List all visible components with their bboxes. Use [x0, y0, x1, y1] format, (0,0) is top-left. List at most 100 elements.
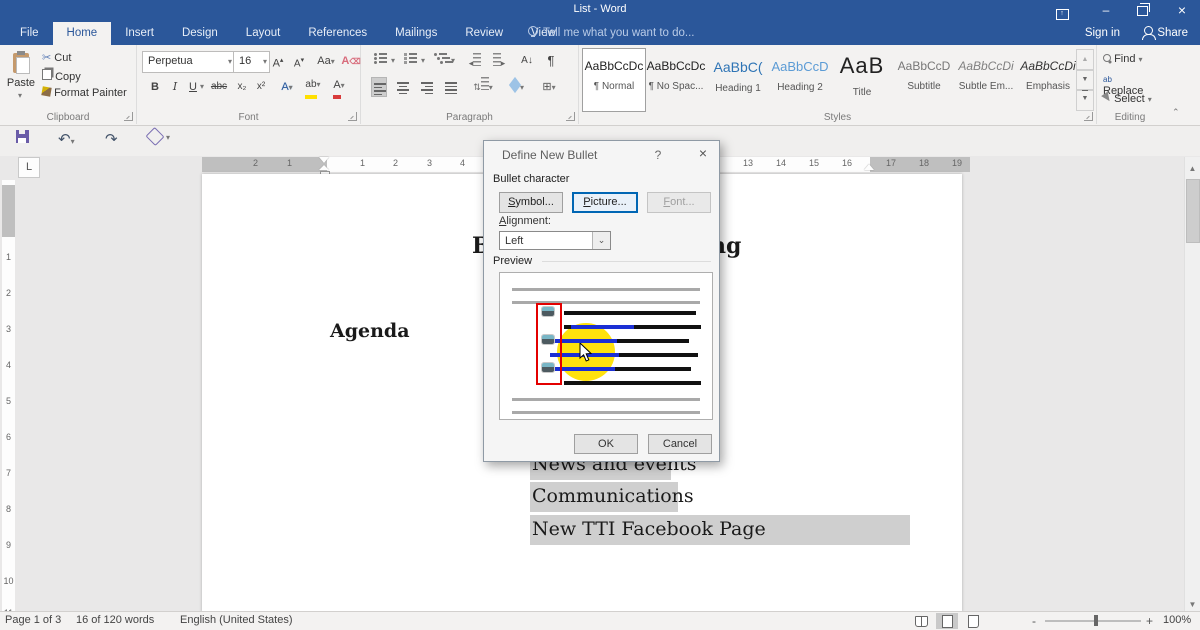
borders-button[interactable]: ⊞▾ [539, 77, 559, 97]
style-card[interactable]: AaBbCcDHeading 2 [769, 49, 831, 111]
cancel-button[interactable]: Cancel [648, 434, 712, 454]
word-count[interactable]: 16 of 120 words [76, 614, 154, 626]
multilevel-caret[interactable]: ▾ [449, 51, 457, 71]
find-button[interactable]: Find ▾ [1103, 53, 1143, 65]
page-count[interactable]: Page 1 of 3 [5, 614, 61, 626]
list-item[interactable]: New TTI Facebook Page [530, 515, 912, 545]
dialog-close-button[interactable]: × [691, 144, 715, 162]
highlight-color-button[interactable]: ab▾ [303, 75, 323, 95]
clipboard-dialog-launcher[interactable] [124, 112, 133, 121]
first-line-indent-marker[interactable] [319, 157, 329, 163]
bold-button[interactable]: B [145, 77, 165, 97]
style-card[interactable]: AaBbCcDc¶ Normal [582, 48, 646, 112]
format-painter-button[interactable]: Format Painter [42, 87, 127, 99]
scroll-thumb[interactable] [1186, 179, 1200, 243]
save-button[interactable] [16, 130, 29, 150]
picture-button[interactable]: Picture... [572, 192, 638, 213]
subscript-button[interactable]: x₂ [232, 77, 252, 97]
styles-dialog-launcher[interactable] [1084, 112, 1093, 121]
tab-design[interactable]: Design [168, 22, 232, 45]
scroll-up-button[interactable]: ▲ [1185, 161, 1200, 176]
style-card[interactable]: AaBbC(Heading 1 [707, 49, 769, 111]
tab-file[interactable]: File [6, 22, 53, 45]
increase-indent-button[interactable]: ▸ [489, 53, 509, 73]
sign-in-link[interactable]: Sign in [1085, 27, 1120, 39]
grow-font-button[interactable]: A▴ [268, 51, 288, 71]
zoom-slider-thumb[interactable] [1094, 615, 1098, 626]
line-spacing-button[interactable]: ⇅▾ [473, 77, 493, 97]
font-color-button[interactable]: A▾ [329, 75, 349, 95]
alignment-dropdown[interactable]: Left⌄ [499, 231, 611, 250]
style-card[interactable]: AaBbCcDiEmphasis [1017, 49, 1079, 111]
superscript-button[interactable]: x² [251, 77, 271, 97]
style-card[interactable]: AaBbCcDSubtitle [893, 49, 955, 111]
font-button[interactable]: Font... [647, 192, 711, 213]
share-button[interactable]: Share [1144, 27, 1188, 39]
decrease-indent-button[interactable]: ◂ [465, 53, 485, 73]
style-card[interactable]: AaBbCcDc¶ No Spac... [645, 49, 707, 111]
underline-caret[interactable]: ▾ [197, 77, 207, 97]
copy-button[interactable]: Copy [42, 69, 81, 83]
shading-button[interactable]: ▾ [507, 77, 527, 97]
list-item[interactable]: Communications [530, 482, 912, 512]
minimize-button[interactable]: – [1088, 0, 1124, 22]
ribbon-display-options-icon[interactable]: ↑ [1044, 0, 1080, 22]
text-effects-button[interactable]: A▾ [277, 77, 297, 97]
style-card[interactable]: AaBbCcDiSubtle Em... [955, 49, 1017, 111]
shapes-button[interactable]: ▾ [148, 130, 166, 150]
symbol-button[interactable]: Symbol... [499, 192, 563, 213]
redo-button[interactable]: ↷ [105, 130, 118, 150]
scroll-down-button[interactable]: ▼ [1185, 597, 1200, 612]
tell-me-box[interactable]: Tell me what you want to do... [528, 26, 695, 39]
tab-insert[interactable]: Insert [111, 22, 168, 45]
dropdown-chevron-icon[interactable]: ⌄ [592, 232, 610, 249]
zoom-in-button[interactable]: + [1146, 614, 1153, 628]
cut-button[interactable]: ✂ Cut [42, 51, 71, 64]
web-layout-button[interactable] [962, 613, 984, 629]
select-button[interactable]: Select ▾ [1103, 93, 1152, 105]
font-dialog-launcher[interactable] [348, 112, 357, 121]
numbering-caret[interactable]: ▾ [419, 51, 427, 71]
styles-more-button[interactable]: ▼ [1076, 89, 1094, 111]
font-family-combo[interactable]: Perpetua▾ [142, 51, 235, 73]
show-hide-pilcrow-button[interactable]: ¶ [541, 51, 561, 71]
clear-formatting-button[interactable]: A⌫ [341, 51, 361, 71]
restore-button[interactable] [1124, 0, 1160, 22]
italic-button[interactable]: I [165, 77, 185, 97]
undo-button[interactable]: ↶▾ [58, 130, 75, 150]
print-layout-button[interactable] [936, 613, 958, 629]
align-right-button[interactable] [419, 77, 435, 97]
align-left-button[interactable] [371, 77, 387, 97]
language-status[interactable]: English (United States) [180, 614, 293, 626]
justify-button[interactable] [443, 77, 459, 97]
styles-scroll-down[interactable]: ▼ [1076, 69, 1094, 91]
close-button[interactable]: × [1164, 0, 1200, 22]
tab-references[interactable]: References [294, 22, 381, 45]
font-size-combo[interactable]: 16▾ [233, 51, 270, 73]
tab-review[interactable]: Review [451, 22, 517, 45]
vertical-scrollbar[interactable]: ▲ ▼ [1184, 157, 1200, 612]
change-case-button[interactable]: Aa▾ [313, 51, 339, 71]
ruler-tick: 2 [253, 157, 258, 170]
tab-selector[interactable]: L [18, 157, 40, 178]
right-indent-marker[interactable] [864, 164, 874, 170]
paragraph-dialog-launcher[interactable] [566, 112, 575, 121]
tab-mailings[interactable]: Mailings [381, 22, 451, 45]
sort-button[interactable]: A↓ [517, 51, 537, 71]
tab-home[interactable]: Home [53, 22, 112, 45]
hanging-indent-marker[interactable] [319, 165, 329, 170]
strikethrough-button[interactable]: abc [209, 77, 229, 97]
tab-layout[interactable]: Layout [232, 22, 295, 45]
read-mode-button[interactable] [910, 613, 932, 629]
collapse-ribbon-button[interactable]: ⌃ [1172, 107, 1180, 118]
zoom-out-button[interactable]: - [1032, 614, 1036, 628]
shrink-font-button[interactable]: A▾ [289, 51, 309, 71]
style-card[interactable]: AaBTitle [831, 49, 893, 111]
bullets-caret[interactable]: ▾ [389, 51, 397, 71]
zoom-level[interactable]: 100% [1163, 614, 1191, 626]
align-center-button[interactable] [395, 77, 411, 97]
styles-scroll-up[interactable]: ▲ [1076, 49, 1094, 71]
ok-button[interactable]: OK [574, 434, 638, 454]
zoom-slider-track[interactable] [1045, 620, 1141, 622]
dialog-help-button[interactable]: ? [649, 148, 667, 162]
